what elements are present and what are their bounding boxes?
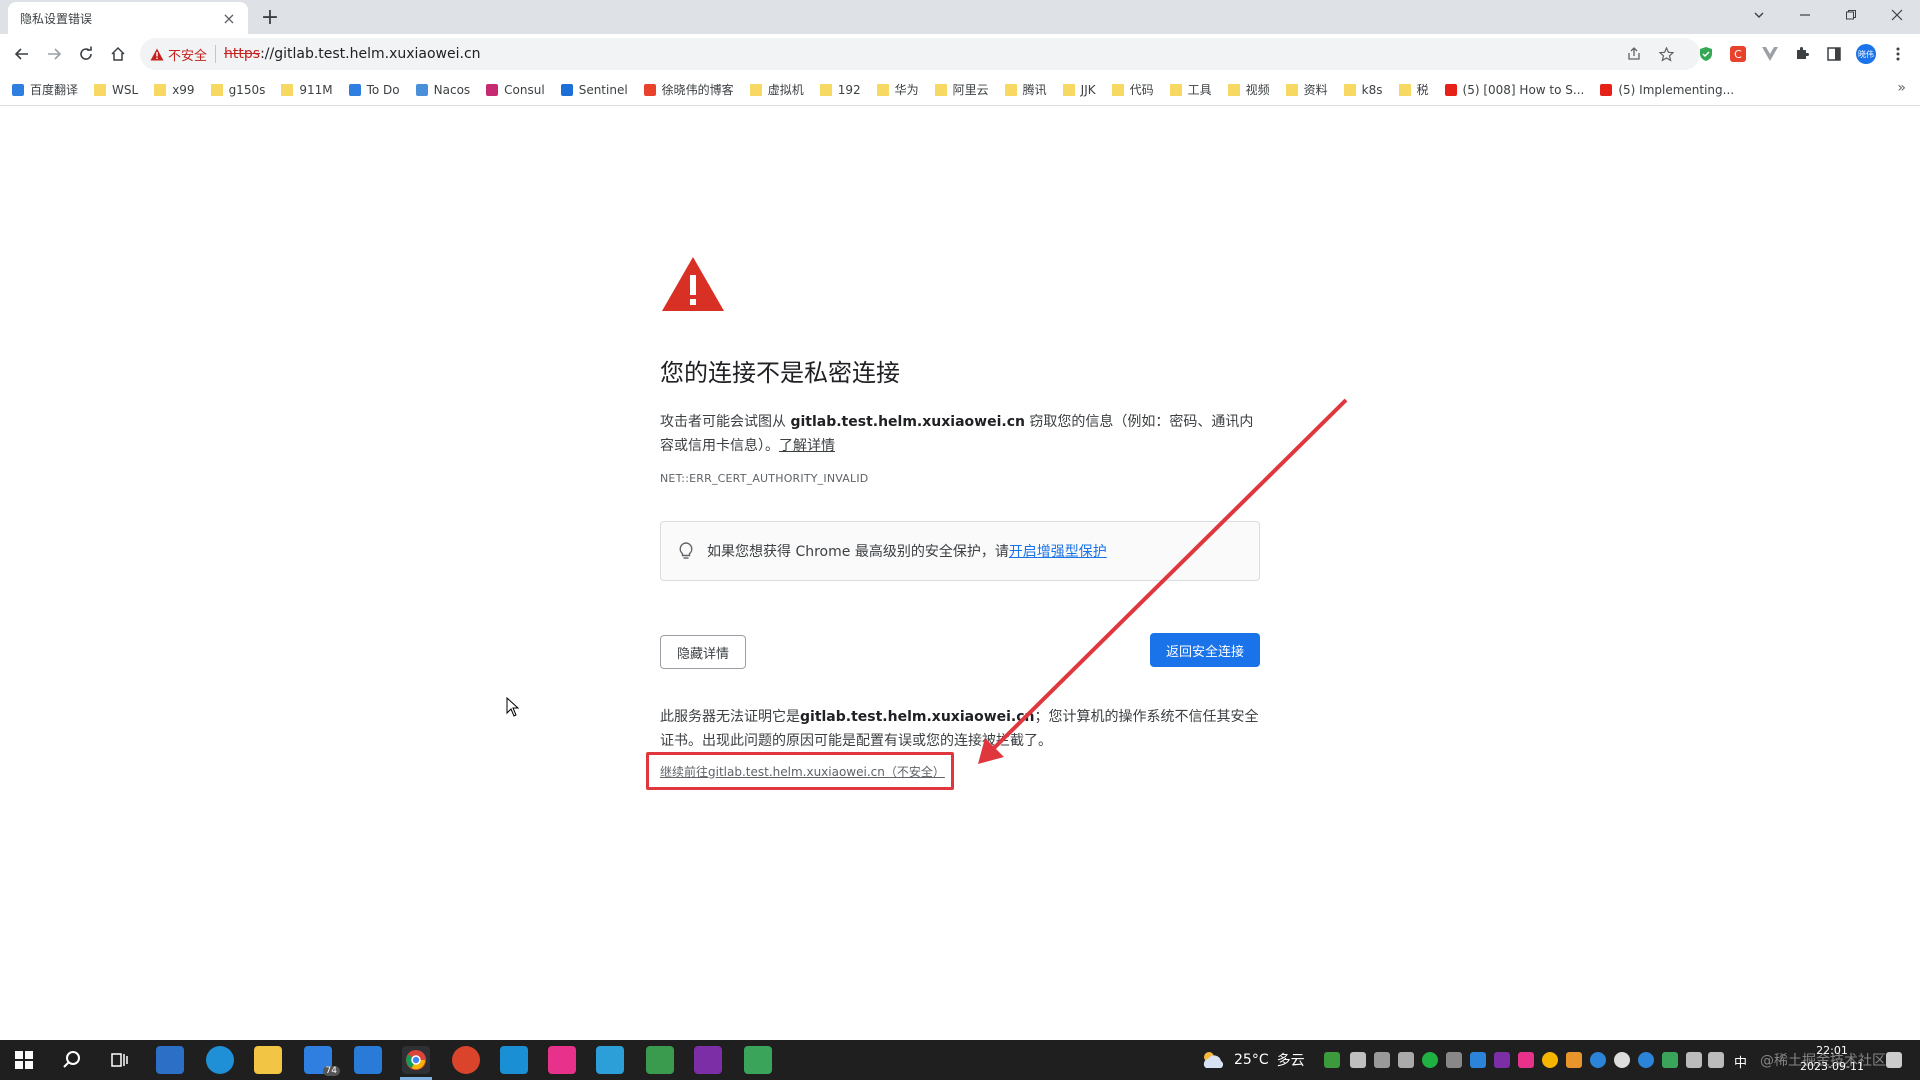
watermark-text: @稀土掘金技术社区 — [1760, 1053, 1886, 1069]
todo-badge: 74 — [322, 1066, 340, 1076]
onedrive-personal-icon[interactable] — [1614, 1052, 1630, 1068]
tray-network-icon[interactable] — [1398, 1052, 1414, 1068]
weather-temp: 25°C — [1234, 1052, 1269, 1068]
tray-app-icon[interactable] — [1324, 1052, 1340, 1068]
tray-search-icon[interactable] — [1566, 1052, 1582, 1068]
mail-icon[interactable] — [354, 1046, 382, 1074]
steam-icon[interactable] — [1470, 1052, 1486, 1068]
windows-start-icon[interactable] — [10, 1046, 38, 1074]
search-icon[interactable] — [58, 1046, 86, 1074]
notepad-plus-icon[interactable] — [744, 1046, 772, 1074]
security-tray-icon[interactable] — [1662, 1052, 1678, 1068]
tray-window-icon[interactable] — [1374, 1052, 1390, 1068]
tray-link-icon[interactable] — [1446, 1052, 1462, 1068]
wifi-icon[interactable] — [1686, 1052, 1702, 1068]
edge-icon[interactable] — [206, 1046, 234, 1074]
windows-taskbar: 74 25°C 多云 中 22:01 2023-09-11 — [0, 1040, 1920, 1080]
file-explorer-icon[interactable] — [254, 1046, 282, 1074]
volume-icon[interactable] — [1708, 1052, 1724, 1068]
onenote-icon[interactable] — [694, 1046, 722, 1074]
package-icon[interactable] — [646, 1046, 674, 1074]
onedrive-icon[interactable] — [1590, 1052, 1606, 1068]
cloud-icon[interactable] — [1638, 1052, 1654, 1068]
wechat-icon[interactable] — [1422, 1052, 1438, 1068]
todo-app-icon[interactable]: 74 — [304, 1046, 340, 1076]
intellij-icon[interactable] — [548, 1046, 576, 1074]
notification-icon[interactable] — [1886, 1052, 1902, 1068]
store-icon[interactable] — [156, 1046, 184, 1074]
annotation-arrow — [978, 398, 1348, 764]
toolbox-icon[interactable] — [500, 1046, 528, 1074]
cloudy-weather-icon — [1203, 1052, 1224, 1068]
telegram-icon[interactable] — [1350, 1052, 1366, 1068]
onenote-tray-icon[interactable] — [1494, 1052, 1510, 1068]
ime-indicator[interactable]: 中 — [1734, 1052, 1747, 1071]
snail-app-icon[interactable] — [452, 1046, 480, 1074]
chrome-icon[interactable] — [402, 1046, 430, 1074]
mouse-cursor-icon — [506, 697, 520, 717]
weather-widget[interactable]: 25°C 多云 — [1200, 1040, 1305, 1080]
remote-desktop-icon[interactable] — [596, 1046, 624, 1074]
task-view-icon[interactable] — [106, 1046, 134, 1074]
tray-circle-icon[interactable] — [1542, 1052, 1558, 1068]
tray-color-icon[interactable] — [1518, 1052, 1534, 1068]
weather-desc: 多云 — [1276, 1053, 1305, 1069]
